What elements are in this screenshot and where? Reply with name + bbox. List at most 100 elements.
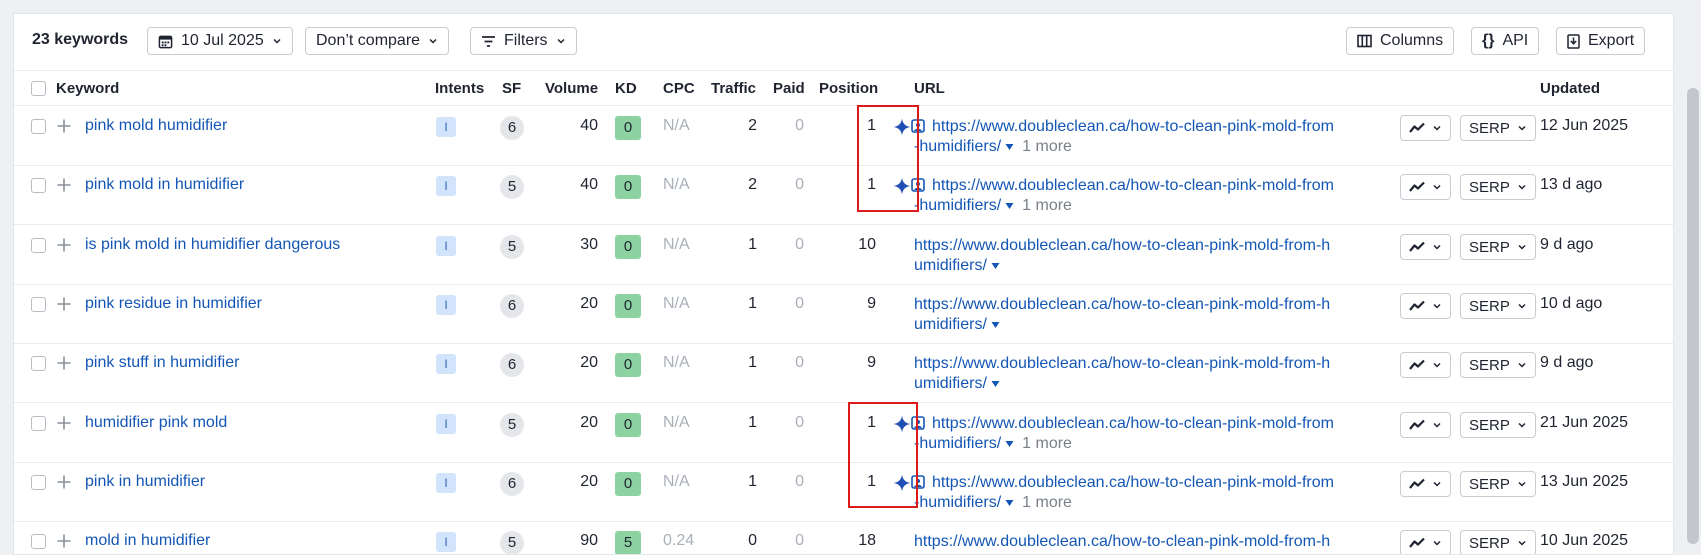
row-checkbox[interactable]: [31, 356, 46, 371]
trend-chart-button[interactable]: [1400, 471, 1451, 497]
sf-badge[interactable]: 6: [500, 294, 524, 318]
filters-button[interactable]: Filters: [470, 27, 577, 55]
caret-down-icon[interactable]: [991, 321, 1000, 329]
row-checkbox[interactable]: [31, 416, 46, 431]
compare-dropdown[interactable]: Don’t compare: [305, 27, 450, 55]
caret-down-icon[interactable]: [1005, 440, 1014, 448]
url-link-continued[interactable]: umidifiers/: [914, 315, 1330, 335]
trend-chart-button[interactable]: [1400, 174, 1451, 200]
plus-icon[interactable]: [56, 296, 72, 312]
api-button[interactable]: {} API: [1471, 27, 1540, 55]
url-link[interactable]: https://www.doubleclean.ca/how-to-clean-…: [932, 117, 1334, 137]
trend-chart-button[interactable]: [1400, 234, 1451, 260]
trend-chart-button[interactable]: [1400, 352, 1451, 378]
url-link-tail[interactable]: umidifiers/: [914, 316, 987, 333]
caret-down-icon[interactable]: [1005, 499, 1014, 507]
ai-overview-icon[interactable]: [893, 474, 911, 492]
url-link[interactable]: https://www.doubleclean.ca/how-to-clean-…: [932, 473, 1334, 493]
col-position[interactable]: Position: [819, 80, 878, 97]
url-link[interactable]: https://www.doubleclean.ca/how-to-clean-…: [932, 176, 1334, 196]
serp-button[interactable]: SERP: [1460, 293, 1536, 319]
sf-badge[interactable]: 5: [500, 175, 524, 199]
url-link-tail[interactable]: -humidifiers/: [914, 494, 1001, 511]
screenshot-icon[interactable]: [911, 416, 925, 430]
url-link-continued[interactable]: umidifiers/: [914, 374, 1330, 394]
sf-badge[interactable]: 6: [500, 353, 524, 377]
row-checkbox[interactable]: [31, 119, 46, 134]
caret-down-icon[interactable]: [1005, 143, 1014, 151]
plus-icon[interactable]: [56, 415, 72, 431]
serp-button[interactable]: SERP: [1460, 234, 1536, 260]
keyword-link[interactable]: pink in humidifier: [85, 473, 205, 491]
more-urls-link[interactable]: 1 more: [1022, 197, 1072, 214]
col-paid[interactable]: Paid: [773, 80, 805, 97]
url-link[interactable]: https://www.doubleclean.ca/how-to-clean-…: [914, 354, 1330, 374]
sf-badge[interactable]: 6: [500, 472, 524, 496]
more-urls-link[interactable]: 1 more: [1022, 138, 1072, 155]
col-updated[interactable]: Updated: [1540, 80, 1600, 97]
url-link-tail[interactable]: -humidifiers/: [914, 197, 1001, 214]
url-link-continued[interactable]: umidifiers/: [914, 256, 1330, 276]
scrollbar-thumb[interactable]: [1687, 88, 1699, 544]
plus-icon[interactable]: [56, 237, 72, 253]
plus-icon[interactable]: [56, 474, 72, 490]
caret-down-icon[interactable]: [991, 380, 1000, 388]
col-traffic[interactable]: Traffic: [711, 80, 756, 97]
col-intents[interactable]: Intents: [435, 80, 484, 97]
col-volume[interactable]: Volume: [545, 80, 598, 97]
row-checkbox[interactable]: [31, 238, 46, 253]
trend-chart-button[interactable]: [1400, 412, 1451, 438]
url-link-tail[interactable]: umidifiers/: [914, 375, 987, 392]
url-link[interactable]: https://www.doubleclean.ca/how-to-clean-…: [914, 295, 1330, 315]
trend-chart-button[interactable]: [1400, 530, 1451, 554]
url-link[interactable]: https://www.doubleclean.ca/how-to-clean-…: [914, 532, 1330, 552]
keyword-link[interactable]: pink residue in humidifier: [85, 295, 262, 313]
more-urls-link[interactable]: 1 more: [1022, 494, 1072, 511]
url-link-continued[interactable]: -humidifiers/1 more: [914, 137, 1334, 157]
serp-button[interactable]: SERP: [1460, 530, 1536, 554]
url-link-continued[interactable]: -humidifiers/1 more: [914, 434, 1334, 454]
serp-button[interactable]: SERP: [1460, 471, 1536, 497]
keyword-link[interactable]: pink mold in humidifier: [85, 176, 244, 194]
caret-down-icon[interactable]: [1005, 202, 1014, 210]
plus-icon[interactable]: [56, 355, 72, 371]
serp-button[interactable]: SERP: [1460, 412, 1536, 438]
ai-overview-icon[interactable]: [893, 177, 911, 195]
screenshot-icon[interactable]: [911, 475, 925, 489]
url-link-continued[interactable]: -humidifiers/1 more: [914, 196, 1334, 216]
screenshot-icon[interactable]: [911, 178, 925, 192]
keyword-link[interactable]: humidifier pink mold: [85, 414, 227, 432]
serp-button[interactable]: SERP: [1460, 115, 1536, 141]
caret-down-icon[interactable]: [991, 262, 1000, 270]
url-link[interactable]: https://www.doubleclean.ca/how-to-clean-…: [932, 414, 1334, 434]
trend-chart-button[interactable]: [1400, 293, 1451, 319]
col-url[interactable]: URL: [914, 80, 945, 97]
col-keyword[interactable]: Keyword: [56, 80, 119, 97]
url-link-tail[interactable]: umidifiers/: [914, 257, 987, 274]
url-link-continued[interactable]: -humidifiers/1 more: [914, 493, 1334, 513]
plus-icon[interactable]: [56, 118, 72, 134]
col-sf[interactable]: SF: [502, 80, 521, 97]
serp-button[interactable]: SERP: [1460, 352, 1536, 378]
serp-button[interactable]: SERP: [1460, 174, 1536, 200]
ai-overview-icon[interactable]: [893, 118, 911, 136]
more-urls-link[interactable]: 1 more: [1022, 435, 1072, 452]
trend-chart-button[interactable]: [1400, 115, 1451, 141]
row-checkbox[interactable]: [31, 475, 46, 490]
url-link-tail[interactable]: -humidifiers/: [914, 138, 1001, 155]
keyword-link[interactable]: mold in humidifier: [85, 532, 210, 550]
date-picker-button[interactable]: 10 Jul 2025: [147, 27, 293, 55]
screenshot-icon[interactable]: [911, 119, 925, 133]
sf-badge[interactable]: 6: [500, 116, 524, 140]
export-button[interactable]: Export: [1556, 27, 1646, 55]
col-cpc[interactable]: CPC: [663, 80, 695, 97]
ai-overview-icon[interactable]: [893, 415, 911, 433]
keyword-link[interactable]: pink mold humidifier: [85, 117, 227, 135]
select-all-checkbox[interactable]: [31, 81, 46, 96]
row-checkbox[interactable]: [31, 534, 46, 549]
sf-badge[interactable]: 5: [500, 531, 524, 554]
plus-icon[interactable]: [56, 177, 72, 193]
plus-icon[interactable]: [56, 533, 72, 549]
keyword-link[interactable]: is pink mold in humidifier dangerous: [85, 236, 340, 254]
row-checkbox[interactable]: [31, 178, 46, 193]
